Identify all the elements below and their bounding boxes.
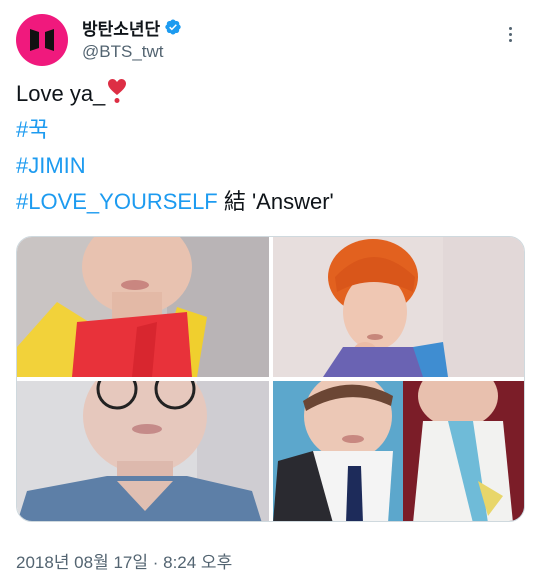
media-photo-2[interactable]	[273, 237, 524, 377]
more-dot	[508, 26, 512, 30]
bts-logo-icon	[30, 29, 54, 51]
avatar[interactable]	[16, 14, 68, 66]
hashtag-link[interactable]: #LOVE_YOURSELF	[16, 189, 218, 214]
tweet-line-4-text: 結 'Answer'	[217, 189, 334, 214]
heart-exclamation-icon	[108, 79, 127, 103]
tweet-date-link[interactable]: 2018년 08월 17일	[16, 553, 148, 572]
user-handle[interactable]: @BTS_twt	[82, 42, 182, 62]
hashtag-link[interactable]: #꾹	[16, 117, 48, 142]
tweet-line-1-text: Love ya_	[16, 81, 106, 106]
tweet-line-4: #LOVE_YOURSELF 結 'Answer'	[16, 184, 524, 220]
media-grid	[16, 236, 525, 522]
tweet-header: 방탄소년단 @BTS_twt	[16, 14, 524, 66]
more-dot	[508, 32, 512, 36]
tweet-line-2: #꾹	[16, 112, 524, 148]
tweet-text: Love ya_ #꾹 #JIMIN #LOVE_YOURSELF 結 'Ans…	[16, 76, 524, 220]
more-options-icon[interactable]	[500, 22, 520, 46]
media-photo-3[interactable]	[17, 381, 269, 521]
tweet-timestamp: 2018년 08월 17일 · 8:24 오후	[16, 548, 232, 573]
photo-4-image	[273, 381, 524, 521]
hashtag-link[interactable]: #JIMIN	[16, 153, 86, 178]
display-name[interactable]: 방탄소년단	[82, 15, 160, 40]
meta-separator: ·	[148, 553, 164, 572]
media-photo-1[interactable]	[17, 237, 269, 377]
tweet-line-1: Love ya_	[16, 76, 524, 112]
more-dot	[508, 38, 512, 42]
tweet-line-3: #JIMIN	[16, 148, 524, 184]
photo-3-image	[17, 381, 269, 521]
user-names: 방탄소년단 @BTS_twt	[82, 16, 182, 62]
tweet-time-link[interactable]: 8:24 오후	[163, 553, 232, 572]
display-name-row[interactable]: 방탄소년단	[82, 15, 182, 40]
photo-1-image	[17, 237, 269, 377]
photo-2-image	[273, 237, 524, 377]
media-photo-4[interactable]	[273, 381, 524, 521]
verified-badge-icon	[165, 19, 181, 35]
